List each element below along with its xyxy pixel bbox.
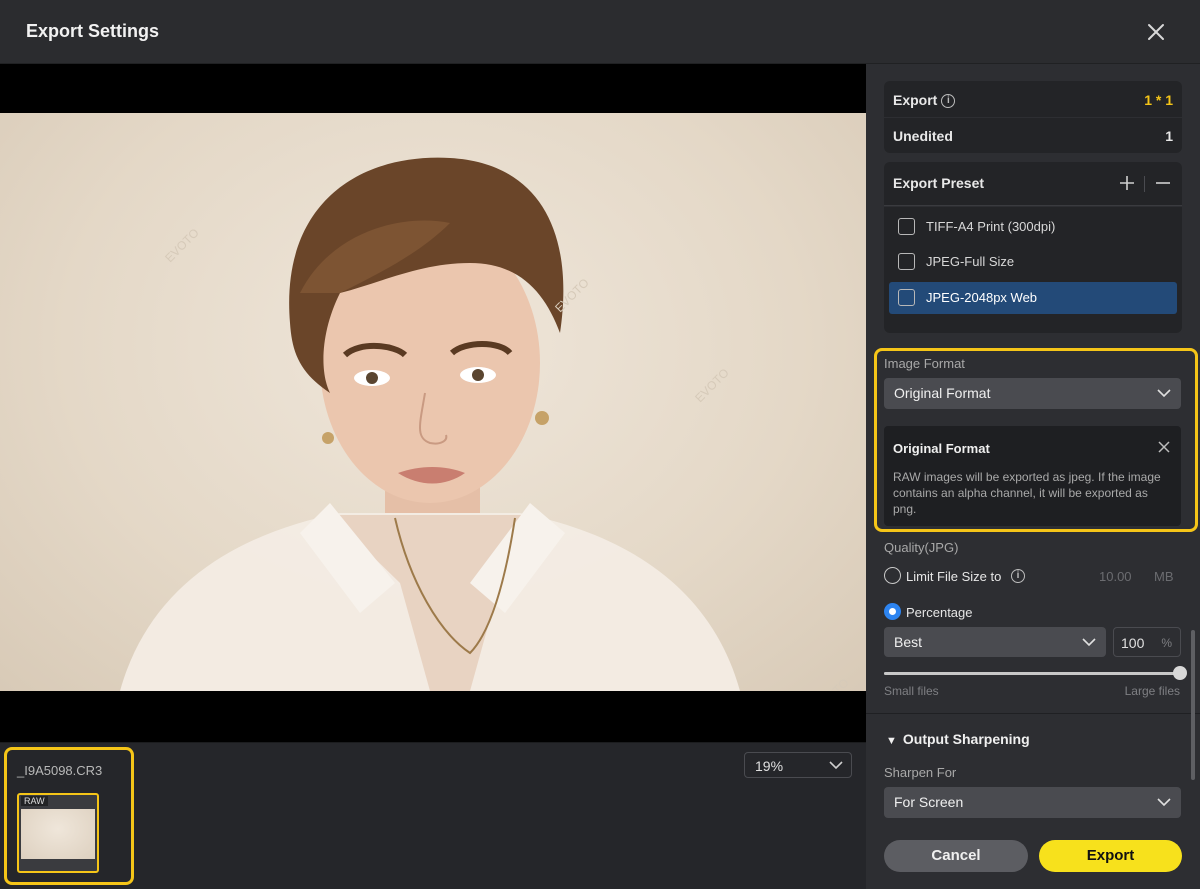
limit-size-radio[interactable] — [884, 567, 901, 584]
large-files-label: Large files — [1124, 684, 1180, 698]
chevron-down-icon — [829, 761, 843, 770]
image-format-select[interactable]: Original Format — [884, 378, 1181, 409]
checkbox[interactable] — [898, 253, 915, 270]
image-format-value: Original Format — [894, 385, 991, 401]
quality-percent-value: 100 — [1121, 635, 1145, 651]
percentage-radio[interactable] — [884, 603, 901, 620]
slider-fill — [884, 672, 1180, 675]
percent-unit: % — [1161, 636, 1172, 650]
chevron-down-icon — [1082, 638, 1096, 647]
export-label: Export i — [893, 92, 956, 109]
watermark: EVOTO — [812, 676, 851, 691]
title-bar: Export Settings — [0, 0, 1200, 64]
zoom-select[interactable]: 19% — [744, 752, 852, 778]
watermark: EVOTO — [692, 366, 731, 405]
plus-icon[interactable] — [1118, 174, 1136, 192]
filmstrip: _I9A5098.CR3 RAW 19% — [0, 742, 866, 889]
divider — [866, 713, 1200, 714]
export-settings-dialog: Export Settings EVOTO EVOTO EVOTO _I9A50… — [0, 0, 1200, 889]
chevron-down-icon — [1157, 798, 1171, 807]
export-summary: Export i 1 * 1 Unedited 1 — [884, 81, 1182, 153]
preset-label: JPEG-Full Size — [926, 254, 1015, 269]
checkbox[interactable] — [898, 218, 915, 235]
preset-label: JPEG-2048px Web — [926, 290, 1038, 305]
unedited-label: Unedited — [893, 128, 953, 144]
preview-photo: EVOTO EVOTO EVOTO EVOTO — [0, 113, 866, 691]
quality-percent-input[interactable]: 100 % — [1113, 627, 1181, 657]
image-format-label: Image Format — [884, 356, 965, 371]
quality-preset-select[interactable]: Best — [884, 627, 1106, 657]
close-icon[interactable] — [1140, 16, 1172, 48]
percentage-label: Percentage — [906, 605, 973, 620]
file-name: _I9A5098.CR3 — [17, 763, 103, 778]
output-sharpening-toggle[interactable]: ▼ Output Sharpening — [886, 731, 1030, 747]
format-tooltip: Original Format RAW images will be expor… — [884, 426, 1181, 526]
close-icon[interactable] — [1157, 440, 1171, 454]
export-count: 1 * 1 — [1144, 92, 1173, 108]
quality-slider[interactable] — [884, 666, 1187, 680]
sharpen-for-value: For Screen — [894, 794, 964, 810]
tooltip-body: RAW images will be exported as jpeg. If … — [893, 470, 1161, 516]
quality-label: Quality(JPG) — [884, 540, 959, 555]
limit-size-label: Limit File Size to — [906, 569, 1002, 584]
tooltip-title: Original Format — [893, 441, 990, 456]
slider-thumb[interactable] — [1173, 666, 1187, 680]
watermark: EVOTO — [162, 226, 201, 265]
cancel-button[interactable]: Cancel — [884, 840, 1028, 872]
file-card[interactable]: _I9A5098.CR3 RAW — [4, 747, 134, 885]
preset-item[interactable]: TIFF-A4 Print (300dpi) — [889, 211, 1177, 243]
info-icon[interactable]: i — [1011, 569, 1025, 583]
portrait-illustration: EVOTO EVOTO EVOTO EVOTO — [120, 157, 852, 691]
export-preset-title: Export Preset — [893, 175, 985, 191]
export-button[interactable]: Export — [1039, 840, 1182, 872]
info-icon[interactable]: i — [941, 94, 956, 109]
checkbox[interactable] — [898, 289, 915, 306]
preset-list: TIFF-A4 Print (300dpi) JPEG-Full Size JP… — [884, 207, 1182, 333]
quality-preset-value: Best — [894, 634, 923, 650]
small-files-label: Small files — [884, 684, 939, 698]
preset-item[interactable]: JPEG-Full Size — [889, 246, 1177, 278]
thumbnail-image — [21, 809, 95, 859]
export-preset-header: Export Preset — [884, 162, 1182, 206]
output-sharpening-title: Output Sharpening — [902, 731, 1030, 747]
zoom-value: 19% — [755, 758, 784, 774]
unedited-count: 1 — [1165, 128, 1173, 144]
preset-item-selected[interactable]: JPEG-2048px Web — [889, 282, 1177, 314]
image-preview: EVOTO EVOTO EVOTO EVOTO — [0, 64, 866, 742]
sharpen-for-select[interactable]: For Screen — [884, 787, 1181, 818]
thumbnail[interactable]: RAW — [17, 793, 99, 873]
settings-panel: Export i 1 * 1 Unedited 1 Export Preset T… — [866, 64, 1200, 889]
preset-label: TIFF-A4 Print (300dpi) — [926, 219, 1056, 234]
chevron-down-icon — [1157, 389, 1171, 398]
triangle-down-icon: ▼ — [886, 735, 897, 747]
sharpen-for-label: Sharpen For — [884, 765, 957, 780]
export-label-text: Export — [893, 92, 938, 108]
limit-size-value[interactable]: 10.00 — [1099, 569, 1132, 584]
scrollbar[interactable] — [1191, 630, 1195, 780]
limit-size-unit: MB — [1154, 569, 1174, 584]
raw-badge: RAW — [21, 796, 48, 806]
minus-icon[interactable] — [1154, 174, 1172, 192]
dialog-title: Export Settings — [26, 21, 160, 41]
